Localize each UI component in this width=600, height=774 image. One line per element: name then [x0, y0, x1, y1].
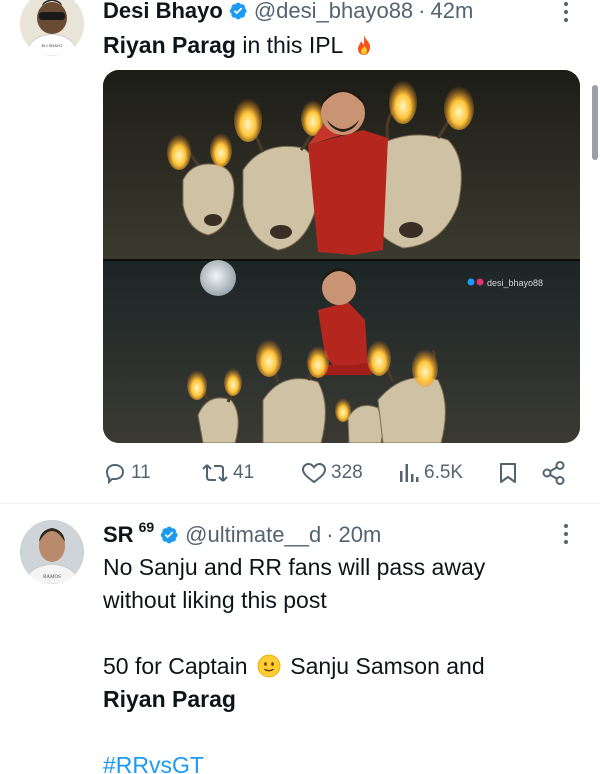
svg-text:RAMOS: RAMOS — [43, 575, 61, 580]
avatar[interactable]: ELI SHAYO — [20, 0, 84, 56]
tweet-header: SR 69 @ultimate__d · 20m — [103, 518, 381, 552]
sanju-text: Sanju Samson and — [290, 653, 485, 679]
verified-badge-icon — [229, 2, 247, 20]
separator-dot: · — [326, 522, 334, 547]
avatar[interactable]: RAMOS — [20, 520, 84, 584]
views-icon — [400, 464, 419, 482]
like-icon — [301, 462, 327, 484]
separator-dot: · — [418, 0, 426, 23]
bookmark-icon — [500, 463, 516, 483]
display-name[interactable]: SR — [103, 522, 134, 548]
display-name[interactable]: Desi Bhayo — [103, 0, 223, 24]
tweet-text-line: No Sanju and RR fans will pass away — [103, 554, 486, 580]
bookmark-button[interactable] — [497, 458, 519, 488]
media-illustration: desi_bhayo88 — [103, 70, 580, 443]
mention-bold: Riyan Parag — [103, 686, 236, 712]
share-button[interactable] — [541, 458, 567, 488]
reply-icon — [105, 463, 125, 485]
retweet-count: 41 — [233, 462, 255, 483]
timestamp[interactable]: 42m — [431, 0, 474, 24]
tweet[interactable]: ELI SHAYO Desi Bhayo @desi_bhayo88 · 42m… — [0, 0, 600, 503]
display-name-suffix: 69 — [138, 519, 155, 535]
views-button[interactable]: 6.5K — [398, 458, 463, 488]
tweet-text-line: 50 for Captain Sanju Samson and — [103, 650, 485, 683]
avatar-jersey-text: RAMOS — [43, 575, 61, 580]
avatar-jersey-text: ELI SHAYO — [42, 43, 63, 48]
more-icon[interactable] — [556, 522, 576, 546]
scrollbar-thumb[interactable] — [592, 85, 598, 160]
svg-text:desi_bhayo88: desi_bhayo88 — [487, 278, 543, 288]
mention-bold: Riyan Parag — [103, 32, 236, 58]
tweet-text: Riyan Parag in this IPL — [103, 30, 379, 60]
tweet-media-image[interactable]: desi_bhayo88 — [103, 70, 580, 443]
smile-emoji-icon — [257, 654, 281, 678]
tweet-actions: 11 41 328 6.5K — [103, 458, 573, 488]
tweet-header: Desi Bhayo @desi_bhayo88 · 42m — [103, 0, 473, 26]
timestamp[interactable]: 20m — [339, 522, 382, 548]
retweet-button[interactable]: 41 — [201, 458, 254, 488]
fire-emoji-icon — [357, 35, 371, 55]
tweet-text-line: without liking this post — [103, 587, 327, 613]
like-button[interactable]: 328 — [301, 458, 363, 488]
reply-button[interactable]: 11 — [103, 458, 151, 488]
captain-text: 50 for Captain — [103, 653, 248, 679]
avatar-image: ELI SHAYO — [20, 0, 84, 56]
svg-text:ELI SHAYO: ELI SHAYO — [42, 43, 63, 48]
verified-badge-icon — [160, 526, 178, 544]
tweet-text-line: Riyan Parag — [103, 683, 485, 716]
tweet-text: No Sanju and RR fans will pass away with… — [103, 551, 485, 774]
like-count: 328 — [331, 462, 363, 483]
tweet[interactable]: RAMOS SR 69 @ultimate__d · 20m No Sanju … — [0, 504, 600, 774]
reply-count: 11 — [131, 462, 151, 483]
tweet-text-rest: in this IPL — [235, 32, 343, 58]
more-icon[interactable] — [556, 0, 576, 24]
retweet-icon — [202, 464, 228, 482]
user-handle[interactable]: @ultimate__d — [185, 522, 321, 548]
hashtag-link[interactable]: #RRvsGT — [103, 749, 485, 774]
avatar-image: RAMOS — [20, 520, 84, 584]
user-handle[interactable]: @desi_bhayo88 — [254, 0, 413, 24]
share-icon — [542, 461, 565, 485]
view-count: 6.5K — [424, 462, 464, 483]
